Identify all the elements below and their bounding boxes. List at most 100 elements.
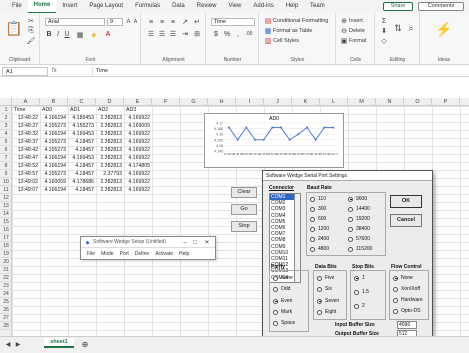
cell-styles-icon[interactable]: ▥ xyxy=(264,37,272,45)
align-center-icon[interactable]: ☰ xyxy=(157,30,167,38)
ideas-icon[interactable]: ⚡ xyxy=(435,18,453,40)
flow-control-option[interactable]: Xon/Xoff xyxy=(393,286,420,292)
data-cell[interactable]: 4.155273 xyxy=(40,122,67,130)
row-header[interactable]: 3 xyxy=(0,122,12,130)
row-header[interactable]: 20 xyxy=(0,258,12,266)
add-sheet-icon[interactable]: ⊕ xyxy=(80,339,90,349)
line-chart[interactable]: AD0 4.17 4.165 4.16 4.155 4.15 4.145 13:48:17 13… xyxy=(204,113,344,168)
stop-bits-option[interactable]: 2 xyxy=(354,303,365,309)
cell-styles-button[interactable]: Cell Styles xyxy=(273,38,299,44)
data-cell[interactable]: 13:48:32 xyxy=(12,130,39,138)
flow-control-option[interactable]: Opto-DS xyxy=(393,308,420,314)
column-header[interactable]: F xyxy=(152,98,180,106)
wrap-text-icon[interactable]: ↵ xyxy=(192,18,202,26)
baud-rate-option[interactable]: 2400 xyxy=(310,236,329,242)
data-cell[interactable]: 2.382813 xyxy=(96,114,123,122)
row-header[interactable]: 21 xyxy=(0,266,12,274)
data-cell[interactable]: 4.169922 xyxy=(124,114,151,122)
row-header[interactable]: 6 xyxy=(0,146,12,154)
comma-style-icon[interactable]: , xyxy=(233,30,243,38)
baud-rate-option[interactable]: 4800 xyxy=(310,246,329,252)
row-header[interactable]: 17 xyxy=(0,234,12,242)
paste-icon[interactable]: 📋 xyxy=(5,18,22,38)
data-cell[interactable]: 4.166194 xyxy=(40,162,67,170)
prev-sheet-icon[interactable]: ◀ xyxy=(4,340,12,348)
ribbon-tab-add-ins[interactable]: Add-ins xyxy=(247,0,279,13)
parity-option[interactable]: None xyxy=(273,275,293,281)
number-format-select[interactable]: Time xyxy=(211,18,255,26)
column-header[interactable]: M xyxy=(348,98,376,106)
data-cell[interactable]: 4.160059 xyxy=(40,178,67,186)
row-header[interactable]: 14 xyxy=(0,210,12,218)
ribbon-tab-formulas[interactable]: Formulas xyxy=(129,0,166,13)
row-header[interactable]: 27 xyxy=(0,314,12,322)
row-header[interactable]: 2 xyxy=(0,114,12,122)
row-header[interactable]: 18 xyxy=(0,242,12,250)
row-header[interactable]: 9 xyxy=(0,170,12,178)
stop-bits-option[interactable]: 1 xyxy=(354,275,365,281)
data-cell[interactable]: 13:48:47 xyxy=(12,154,39,162)
wedge-menu-define[interactable]: Define xyxy=(132,251,152,257)
formula-input[interactable]: Time xyxy=(92,67,462,76)
column-header[interactable]: N xyxy=(376,98,404,106)
data-cell[interactable]: 2.382813 xyxy=(96,130,123,138)
format-cells-button[interactable]: Format xyxy=(349,38,366,44)
data-bits-option[interactable]: Six xyxy=(317,286,332,292)
baud-rate-option[interactable]: 38400 xyxy=(348,226,370,232)
column-header[interactable]: L xyxy=(320,98,348,106)
ribbon-tab-insert[interactable]: Insert xyxy=(56,0,83,13)
data-cell[interactable]: 2.37793 xyxy=(96,170,123,178)
align-bottom-icon[interactable]: ≡ xyxy=(168,18,178,26)
find-select-icon[interactable]: ⌕ xyxy=(405,19,417,37)
data-cell[interactable]: 13:48:37 xyxy=(12,138,39,146)
data-cell[interactable]: 4.169453 xyxy=(68,130,95,138)
data-bits-option[interactable]: Five xyxy=(317,275,334,281)
baud-rate-option[interactable]: 1200 xyxy=(310,226,329,232)
column-header[interactable]: J xyxy=(264,98,292,106)
data-cell[interactable]: 4.169922 xyxy=(124,138,151,146)
column-header[interactable]: O xyxy=(404,98,432,106)
decimal-icon[interactable]: .00 xyxy=(244,30,254,38)
baud-rate-option[interactable]: 19200 xyxy=(348,216,370,222)
ribbon-tab-page-layout[interactable]: Page Layout xyxy=(83,0,129,13)
baud-rate-option[interactable]: 110 xyxy=(310,196,326,202)
data-cell[interactable]: 2.382813 xyxy=(96,162,123,170)
row-header[interactable]: 24 xyxy=(0,290,12,298)
italic-icon[interactable]: I xyxy=(54,30,62,39)
data-cell[interactable]: 4.18457 xyxy=(68,138,95,146)
row-header[interactable]: 23 xyxy=(0,282,12,290)
ribbon-tab-team[interactable]: Team xyxy=(304,0,331,13)
wedge-menu-file[interactable]: File xyxy=(84,251,98,257)
baud-rate-option[interactable]: 600 xyxy=(310,216,326,222)
data-cell[interactable]: 2.382813 xyxy=(96,154,123,162)
baud-rate-option[interactable]: 300 xyxy=(310,206,326,212)
grow-font-icon[interactable]: A xyxy=(125,18,132,26)
baud-rate-option[interactable]: 9600 xyxy=(348,196,367,202)
conditional-formatting-button[interactable]: Conditional Formatting xyxy=(273,18,328,24)
next-sheet-icon[interactable]: ▶ xyxy=(14,340,22,348)
insert-cells-button[interactable]: Insert xyxy=(349,18,363,24)
parity-option[interactable]: Mark xyxy=(273,309,292,315)
data-cell[interactable]: 2.382813 xyxy=(96,138,123,146)
input-buffer-input[interactable]: 4096 xyxy=(397,321,417,329)
font-size-select[interactable]: 9 xyxy=(107,18,123,26)
cancel-button[interactable]: Cancel xyxy=(390,214,422,227)
flow-control-option[interactable]: Hardware xyxy=(393,297,423,303)
data-cell[interactable]: 4.18457 xyxy=(68,186,95,194)
baud-rate-option[interactable]: 115200 xyxy=(348,246,372,252)
shrink-font-icon[interactable]: A xyxy=(132,18,139,26)
data-cell[interactable]: 4.166194 xyxy=(40,114,67,122)
row-header[interactable]: 15 xyxy=(0,218,12,226)
ribbon-tab-home[interactable]: Home xyxy=(27,0,57,14)
indent-icon[interactable]: ⇥ xyxy=(180,30,190,38)
row-header[interactable]: 26 xyxy=(0,306,12,314)
row-header[interactable]: 12 xyxy=(0,194,12,202)
column-header[interactable]: D xyxy=(96,98,124,106)
row-header[interactable]: 7 xyxy=(0,154,12,162)
percent-icon[interactable]: % xyxy=(222,30,232,38)
format-as-table-icon[interactable]: ▦ xyxy=(264,27,272,35)
data-cell[interactable]: 4.18457 xyxy=(68,146,95,154)
fill-color-icon[interactable]: ◈ xyxy=(89,30,99,39)
baud-rate-option[interactable]: 57600 xyxy=(348,236,370,242)
ribbon-tab-data[interactable]: Data xyxy=(166,0,191,13)
